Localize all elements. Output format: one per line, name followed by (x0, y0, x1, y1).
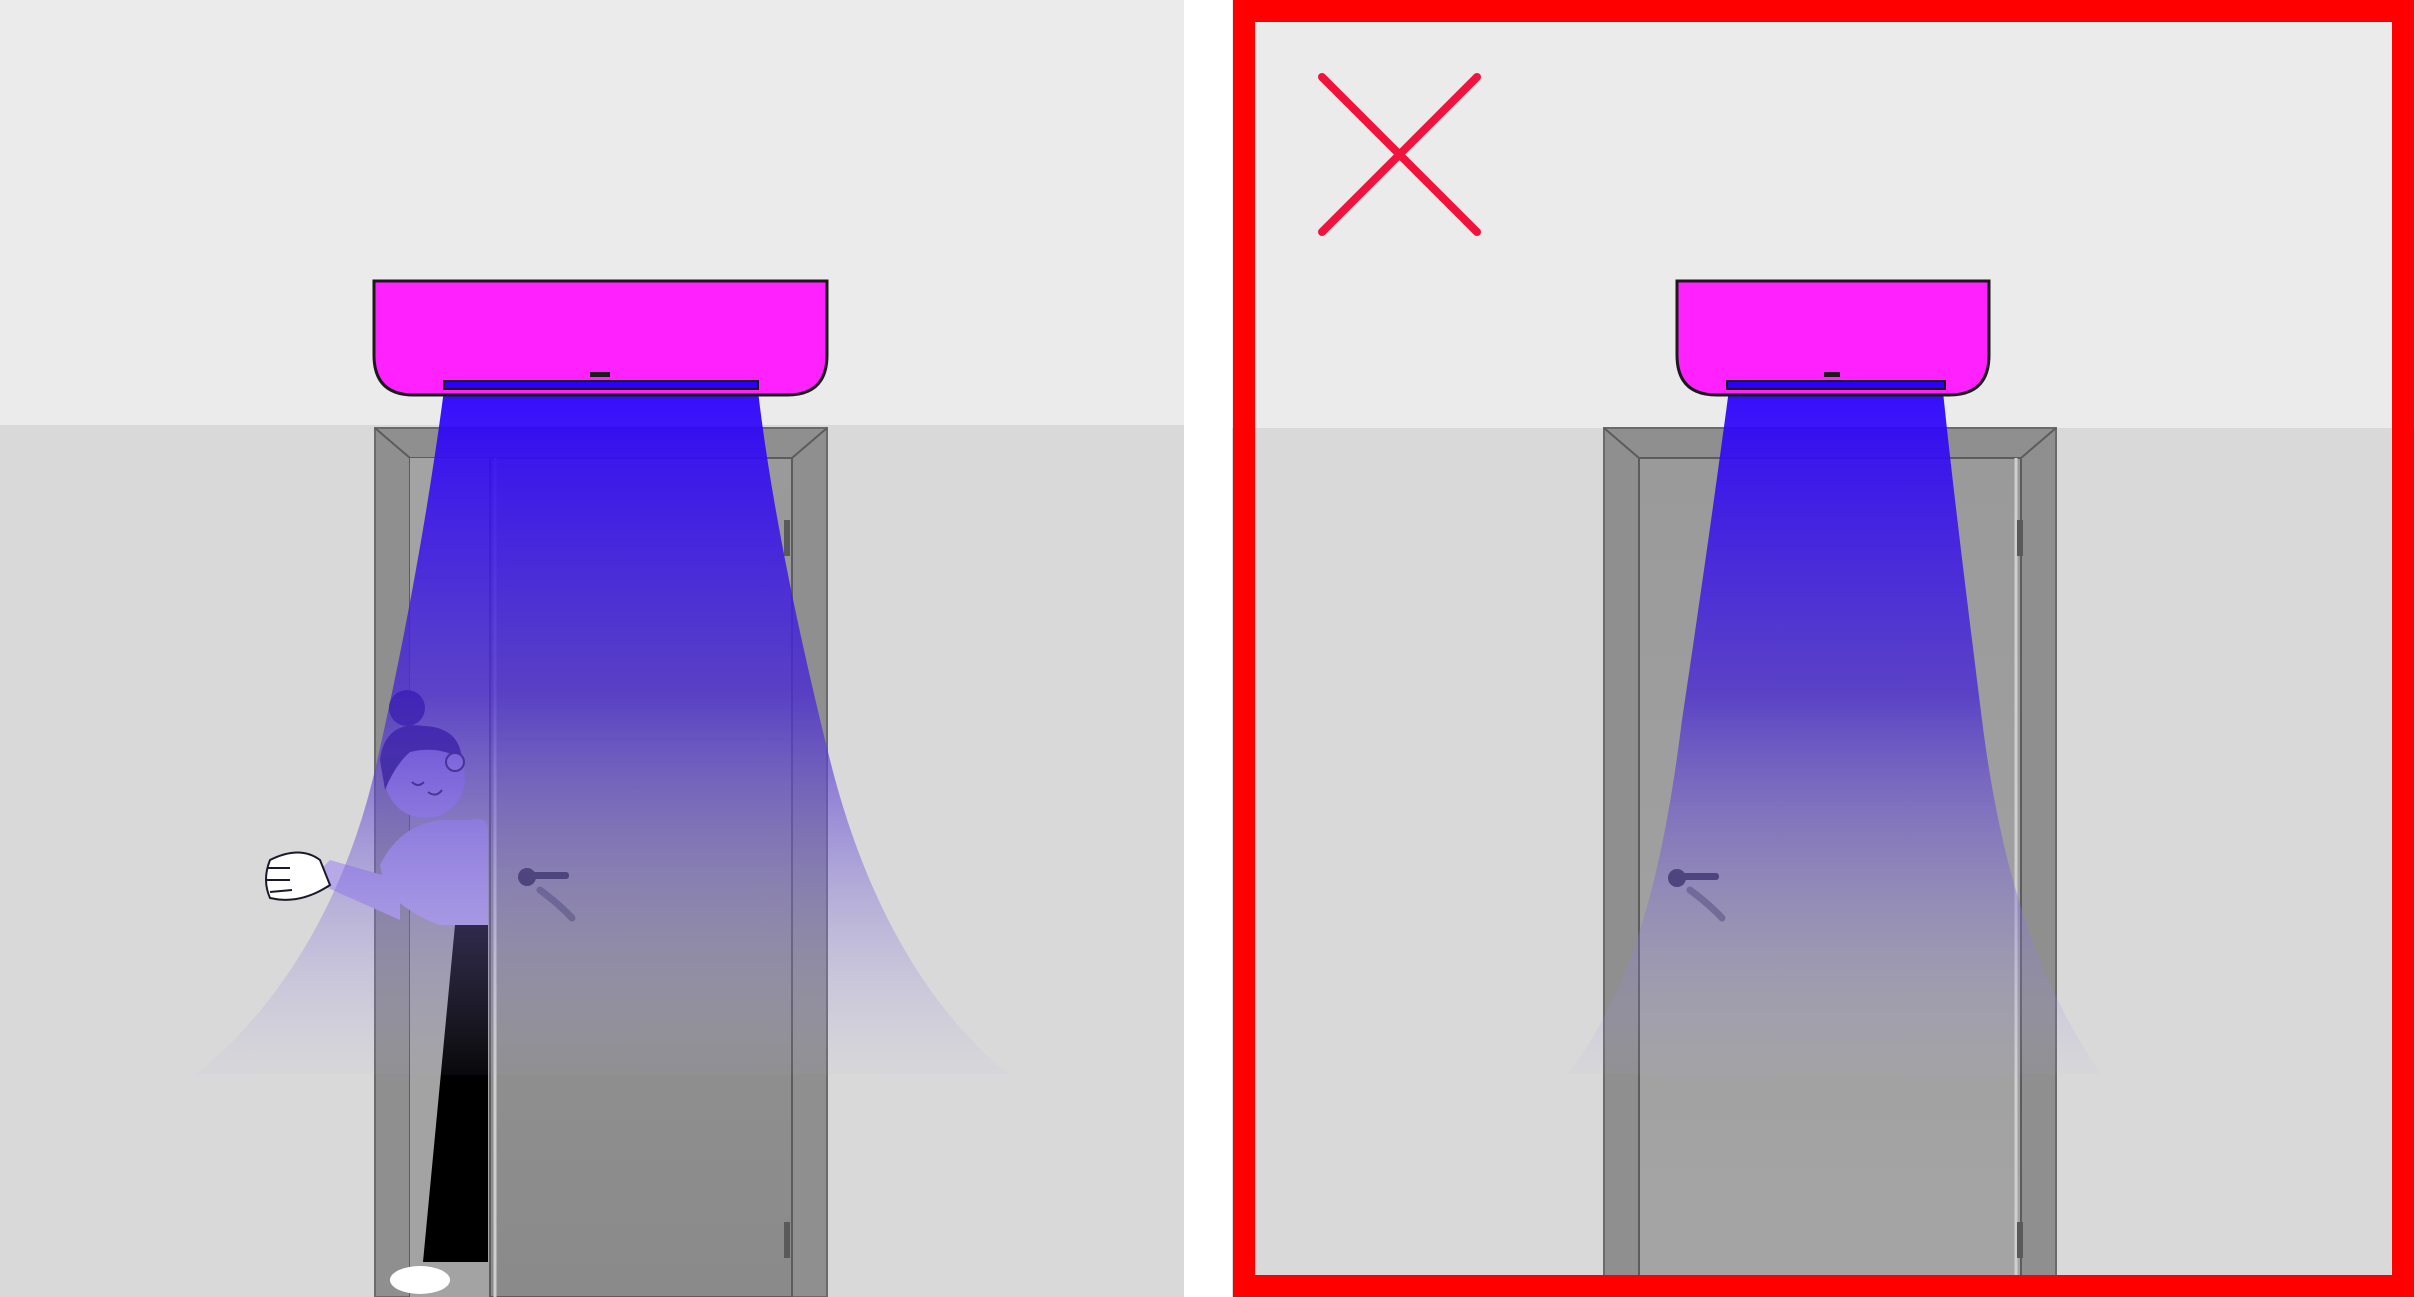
air-curtain-unit (1675, 279, 1991, 397)
scene-open-door (0, 0, 1184, 1297)
air-curtain-unit (372, 279, 829, 397)
scene-closed-door (1232, 0, 2415, 1297)
panel-open-door (0, 0, 1184, 1297)
panel-closed-door (1232, 0, 2415, 1297)
